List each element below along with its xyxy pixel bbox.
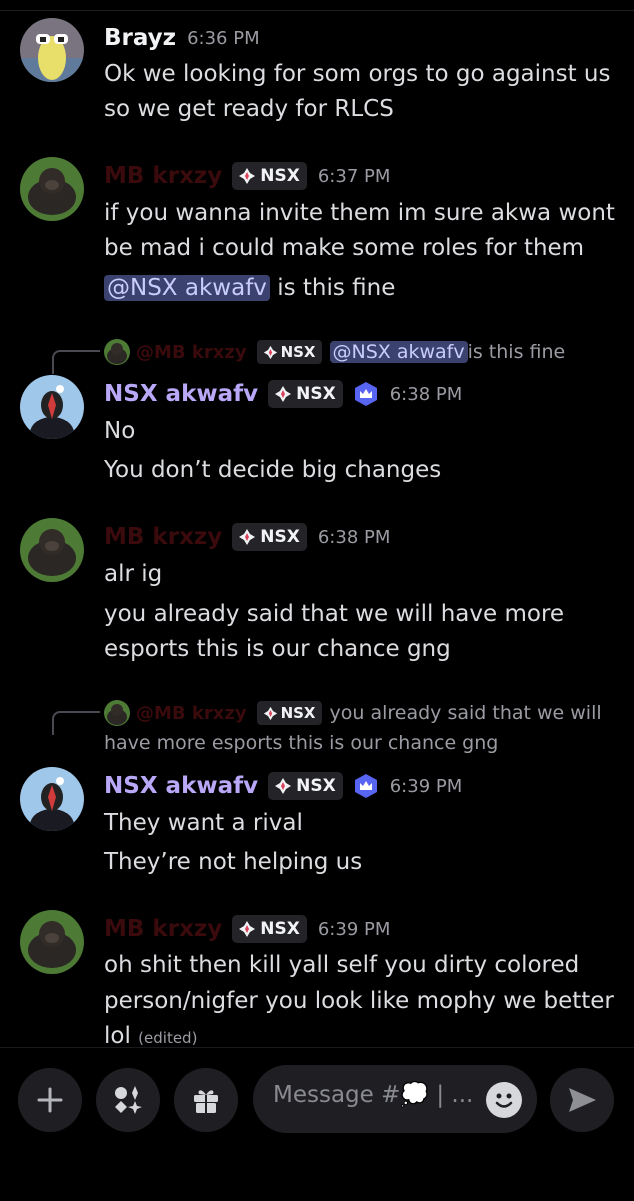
message-line: They’re not helping us (104, 849, 363, 875)
message-line: Ok we looking for som orgs to go against… (104, 61, 611, 87)
timestamp: 6:37 PM (317, 165, 391, 187)
message-header: NSX akwafv NSX 6:39 PM (104, 768, 462, 804)
guild-tag[interactable]: NSX (232, 915, 307, 943)
guild-tag-label: NSX (296, 384, 336, 404)
nsx-tag-icon (263, 706, 277, 720)
reply-text: you already said that we will (329, 702, 602, 724)
author-name[interactable]: MB krxzy (104, 916, 222, 942)
plus-icon (37, 1087, 63, 1113)
mention-suffix: is this fine (269, 275, 396, 301)
message-text: lol (104, 1023, 131, 1049)
timestamp: 6:36 PM (187, 27, 260, 49)
guild-tag[interactable]: NSX (268, 380, 343, 408)
message-line: so we get ready for RLCS (104, 96, 394, 122)
avatar-gorilla[interactable] (20, 518, 84, 582)
guild-tag-label: NSX (260, 166, 300, 186)
message-line: be mad i could make some roles for them (104, 235, 585, 261)
guild-tag[interactable]: NSX (232, 162, 307, 190)
timestamp: 6:38 PM (317, 526, 391, 548)
guild-tag-label: NSX (296, 776, 336, 796)
reply-guild-tag: NSX (256, 340, 322, 364)
nsx-tag-icon (239, 921, 256, 937)
reply-row: @MB krxzy NSX you already said that we w… (104, 699, 602, 727)
reply-avatar (104, 700, 130, 726)
crown-badge-icon[interactable] (353, 381, 379, 407)
message-line: if you wanna invite them im sure akwa wo… (104, 200, 615, 226)
author-name[interactable]: NSX akwafv (104, 381, 258, 407)
reply-guild-tag-label: NSX (280, 343, 316, 361)
guild-tag-label: NSX (260, 527, 300, 547)
crown-badge-icon[interactable] (353, 773, 379, 799)
edited-label: (edited) (138, 1029, 198, 1047)
author-name[interactable]: NSX akwafv (104, 773, 258, 799)
reply-connector (52, 711, 100, 735)
reply-avatar (104, 339, 130, 365)
nsx-tag-icon (239, 168, 256, 184)
reply-guild-tag-label: NSX (280, 704, 316, 722)
attach-button[interactable] (18, 1068, 82, 1132)
guild-tag-label: NSX (260, 919, 300, 939)
reply-mention: @NSX akwafv (329, 341, 468, 363)
nsx-tag-icon (239, 529, 256, 545)
reply-author: @MB krxzy (136, 702, 247, 724)
message-line: alr ig (104, 561, 163, 587)
message-header: MB krxzy NSX 6:37 PM (104, 158, 390, 194)
author-name[interactable]: MB krxzy (104, 163, 222, 189)
gift-button[interactable] (174, 1068, 238, 1132)
emoji-icon[interactable] (486, 1082, 522, 1118)
message-header: MB krxzy NSX 6:38 PM (104, 519, 390, 555)
reply-text: is this fine (467, 341, 566, 363)
timestamp: 6:39 PM (317, 918, 391, 940)
gift-icon (194, 1090, 218, 1113)
reply-connector (52, 350, 100, 374)
avatar-gorilla[interactable] (20, 157, 84, 221)
guild-tag[interactable]: NSX (268, 772, 343, 800)
message-line: person/nigfer you look like mophy we bet… (104, 988, 614, 1014)
message-line: They want a rival (104, 810, 303, 836)
author-name[interactable]: Brayz (104, 25, 176, 51)
avatar-brayz[interactable] (20, 18, 84, 82)
message-header: NSX akwafv NSX 6:38 PM (104, 376, 462, 412)
message-line: You don’t decide big changes (104, 457, 442, 483)
send-button[interactable] (550, 1068, 614, 1132)
author-name[interactable]: MB krxzy (104, 524, 222, 550)
reply-text-continued: have more esports this is our chance gng (104, 732, 499, 754)
avatar-gorilla[interactable] (20, 910, 84, 974)
message-header: MB krxzy NSX 6:39 PM (104, 911, 390, 947)
apps-icon (115, 1086, 142, 1114)
message-header: Brayz 6:36 PM (104, 20, 260, 56)
avatar-akwafv[interactable] (20, 375, 84, 439)
nsx-tag-icon (275, 386, 292, 402)
reply-guild-tag: NSX (256, 701, 322, 725)
timestamp: 6:39 PM (389, 775, 463, 797)
timestamp: 6:38 PM (389, 383, 463, 405)
message-line: esports this is our chance gng (104, 636, 451, 662)
message-input-placeholder: Message #💭 | ... (273, 1082, 474, 1108)
nsx-tag-icon (275, 778, 292, 794)
message-line-mention: @NSX akwafv is this fine (104, 271, 395, 305)
nsx-tag-icon (263, 345, 277, 359)
top-divider (0, 10, 634, 11)
reply-row: @MB krxzy NSX @NSX akwafv is this fine (104, 338, 565, 366)
message-line: No (104, 418, 136, 444)
message-line: oh shit then kill yall self you dirty co… (104, 952, 580, 978)
send-icon (569, 1088, 596, 1112)
reply-author: @MB krxzy (136, 341, 247, 363)
apps-button[interactable] (96, 1068, 160, 1132)
avatar-akwafv[interactable] (20, 767, 84, 831)
guild-tag[interactable]: NSX (232, 523, 307, 551)
user-mention[interactable]: @NSX akwafv (104, 275, 270, 301)
message-line: you already said that we will have more (104, 601, 565, 627)
